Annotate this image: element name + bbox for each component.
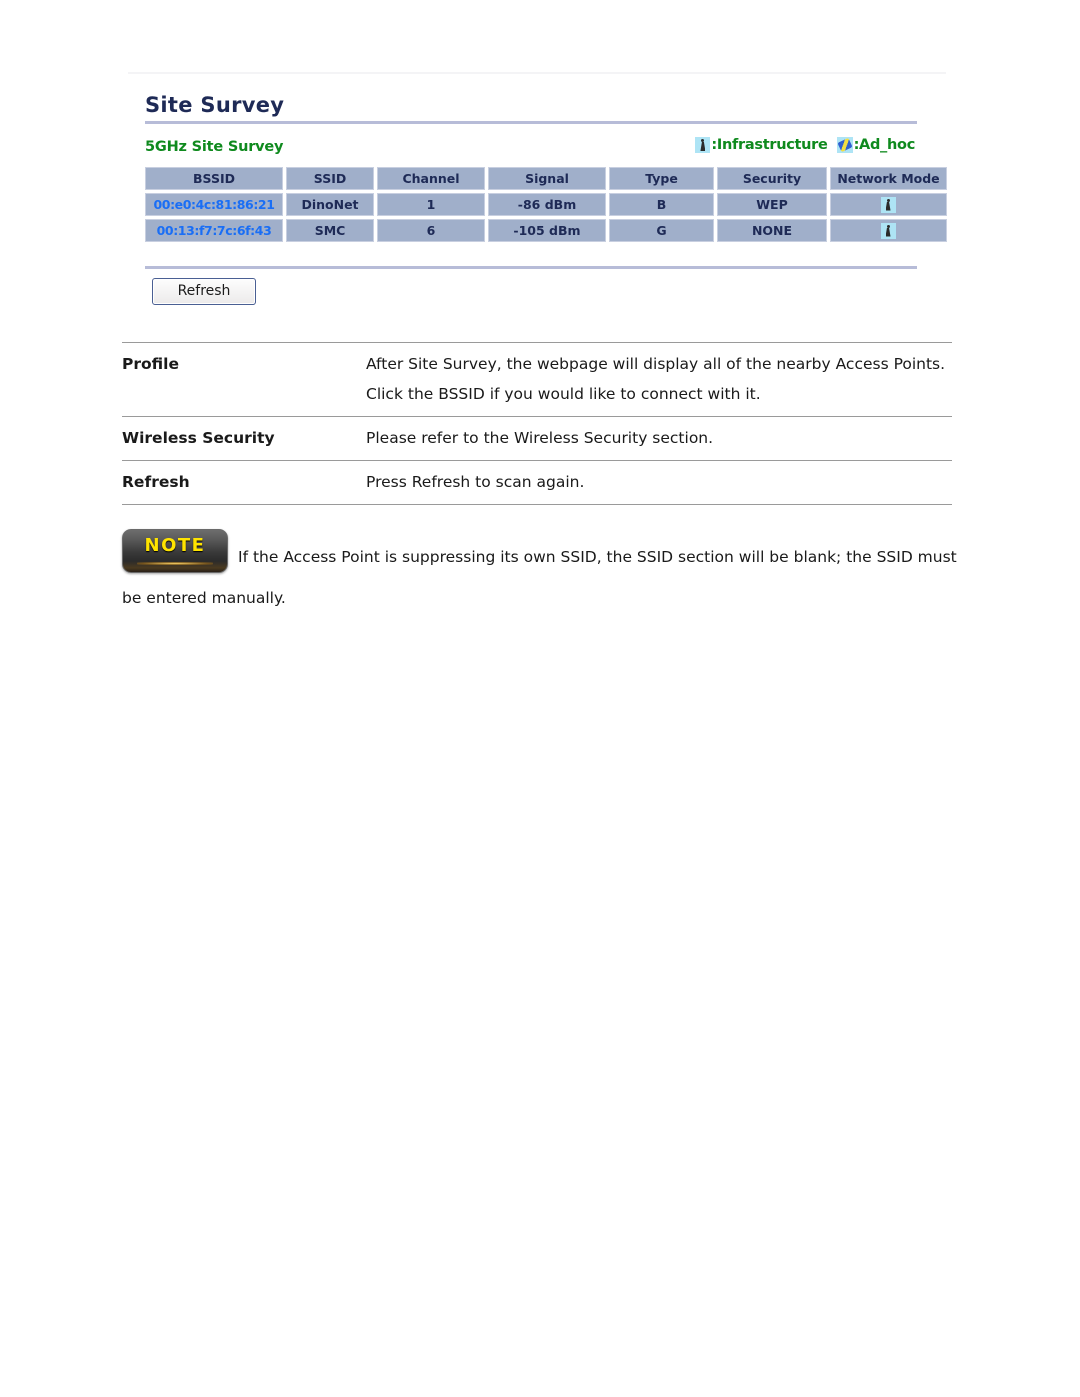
- column-header-type: Type: [609, 167, 714, 190]
- description-key-profile: Profile: [122, 342, 366, 417]
- infrastructure-icon: [880, 222, 896, 239]
- cell-channel: 6: [377, 219, 485, 242]
- description-table: Profile After Site Survey, the webpage w…: [122, 342, 952, 505]
- cell-signal: -105 dBm: [488, 219, 606, 242]
- cell-type: G: [609, 219, 714, 242]
- cell-security: NONE: [717, 219, 827, 242]
- table-bottom-divider: [145, 266, 917, 269]
- legend-infrastructure-label: :Infrastructure: [711, 137, 828, 153]
- page-title: Site Survey: [145, 93, 285, 117]
- note-badge-label: NOTE: [144, 535, 206, 556]
- description-value-wireless-security: Please refer to the Wireless Security se…: [366, 416, 952, 461]
- section-title: 5GHz Site Survey: [145, 139, 284, 155]
- infrastructure-icon: [695, 137, 711, 153]
- site-survey-table: BSSID SSID Channel Signal Type Security …: [142, 164, 950, 245]
- column-header-network-mode: Network Mode: [830, 167, 947, 190]
- column-header-ssid: SSID: [286, 167, 374, 190]
- note-badge: NOTE: [122, 529, 228, 573]
- cell-bssid[interactable]: 00:13:f7:7c:6f:43: [145, 219, 283, 242]
- note-block: NOTE If the Access Point is suppressing …: [122, 527, 962, 619]
- cell-network-mode: [830, 193, 947, 216]
- column-header-bssid: BSSID: [145, 167, 283, 190]
- cell-network-mode: [830, 219, 947, 242]
- table-row: 00:13:f7:7c:6f:43 SMC 6 -105 dBm G NONE: [145, 219, 947, 242]
- cell-security: WEP: [717, 193, 827, 216]
- site-survey-panel: Site Survey 5GHz Site Survey :Infrastruc…: [140, 92, 947, 305]
- column-header-security: Security: [717, 167, 827, 190]
- description-key-refresh: Refresh: [122, 460, 366, 505]
- description-key-wireless-security: Wireless Security: [122, 416, 366, 461]
- description-value-profile: After Site Survey, the webpage will disp…: [366, 342, 952, 417]
- description-row-wireless-security: Wireless Security Please refer to the Wi…: [122, 416, 952, 461]
- cell-bssid[interactable]: 00:e0:4c:81:86:21: [145, 193, 283, 216]
- refresh-button[interactable]: Refresh: [152, 278, 256, 305]
- description-row-profile: Profile After Site Survey, the webpage w…: [122, 342, 952, 417]
- page-top-divider: [128, 72, 946, 74]
- section-header-row: 5GHz Site Survey :Infrastructure :Ad_hoc: [140, 137, 940, 158]
- cell-channel: 1: [377, 193, 485, 216]
- description-value-refresh: Press Refresh to scan again.: [366, 460, 952, 505]
- network-mode-legend: :Infrastructure :Ad_hoc: [695, 137, 915, 153]
- table-row: 00:e0:4c:81:86:21 DinoNet 1 -86 dBm B WE…: [145, 193, 947, 216]
- description-row-refresh: Refresh Press Refresh to scan again.: [122, 460, 952, 505]
- legend-adhoc-label: :Ad_hoc: [853, 137, 916, 153]
- cell-signal: -86 dBm: [488, 193, 606, 216]
- adhoc-icon: [836, 137, 853, 153]
- column-header-channel: Channel: [377, 167, 485, 190]
- note-text: If the Access Point is suppressing its o…: [122, 548, 957, 607]
- column-header-signal: Signal: [488, 167, 606, 190]
- cell-type: B: [609, 193, 714, 216]
- infrastructure-icon: [880, 196, 896, 213]
- table-header-row: BSSID SSID Channel Signal Type Security …: [145, 167, 947, 190]
- cell-ssid: SMC: [286, 219, 374, 242]
- cell-ssid: DinoNet: [286, 193, 374, 216]
- title-divider: [145, 121, 917, 124]
